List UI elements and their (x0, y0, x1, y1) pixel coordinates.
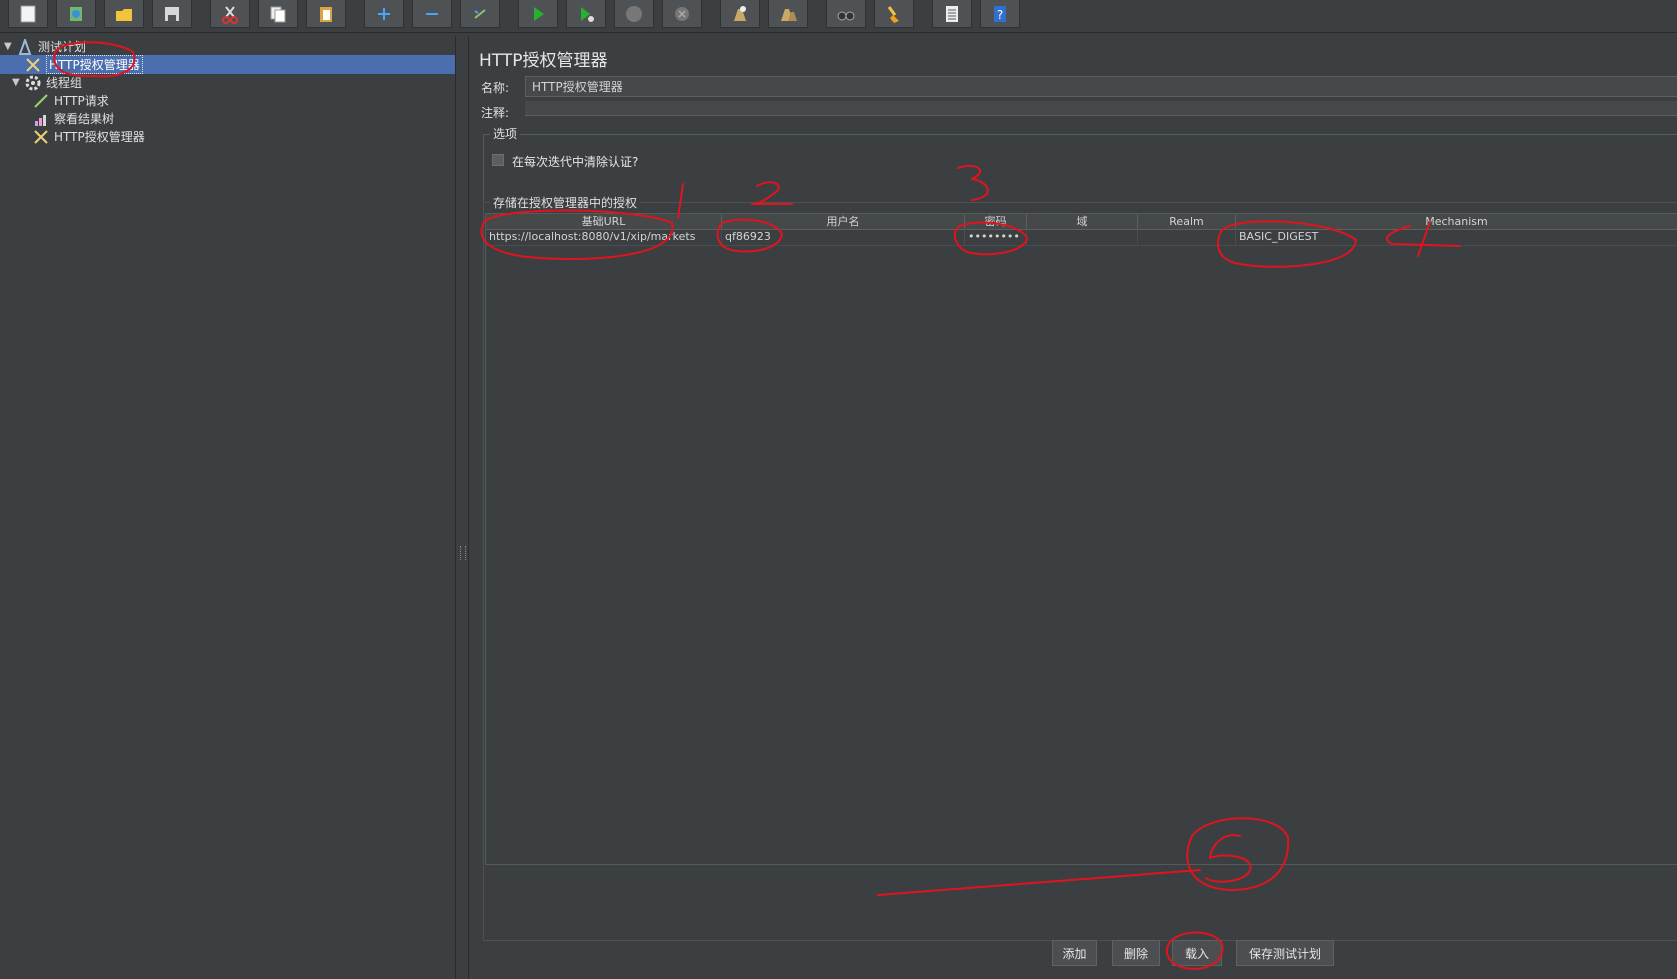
stored-auth-title: 存储在授权管理器中的授权 (490, 194, 641, 211)
list-icon[interactable] (932, 0, 972, 28)
thread-group-gear-icon (24, 75, 42, 91)
tree-item-label: 线程组 (46, 76, 83, 90)
clear-each-iteration-label: 在每次迭代中清除认证? (512, 155, 639, 169)
cut-icon[interactable] (210, 0, 250, 28)
cell-realm[interactable] (1138, 229, 1236, 245)
name-label: 名称: (481, 81, 510, 95)
tree-item-results-tree[interactable]: 察看结果树 (32, 109, 114, 128)
name-field[interactable] (525, 76, 1677, 97)
auth-manager-icon (32, 129, 50, 145)
tree-item-label: 察看结果树 (54, 112, 115, 126)
play-icon[interactable] (518, 0, 558, 28)
cell-password[interactable]: •••••••• (965, 229, 1027, 245)
cell-domain[interactable] (1027, 229, 1138, 245)
test-plan-tree: ▼ 测试计划 HTTP授权管理器 ▼ 线程组 HTTP请求 察看结果树 HTTP… (0, 36, 456, 979)
svg-text:?: ? (997, 8, 1003, 22)
play-no-timer-icon[interactable] (566, 0, 606, 28)
clear-each-iteration-checkbox[interactable] (492, 154, 504, 166)
table-row[interactable]: https://localhost:8080/v1/xip/markets qf… (486, 229, 1677, 246)
toggle-icon[interactable] (460, 0, 500, 28)
column-header-username[interactable]: 用户名 (722, 214, 965, 229)
tree-item-auth-manager[interactable]: HTTP授权管理器 (32, 127, 145, 146)
templates-icon[interactable] (56, 0, 96, 28)
results-tree-icon (32, 111, 50, 127)
tree-item-label: 测试计划 (38, 40, 87, 54)
save-test-plan-button[interactable]: 保存测试计划 (1236, 940, 1334, 966)
cell-username[interactable]: qf86923 (722, 229, 965, 245)
save-icon[interactable] (152, 0, 192, 28)
binoculars-icon[interactable] (826, 0, 866, 28)
expand-arrow-icon[interactable]: ▼ (12, 77, 24, 88)
expand-arrow-icon[interactable]: ▼ (4, 41, 16, 52)
pane-splitter[interactable] (456, 36, 469, 979)
tree-item-label: HTTP授权管理器 (46, 55, 143, 74)
column-header-base-url[interactable]: 基础URL (486, 214, 722, 229)
stop-icon[interactable] (614, 0, 654, 28)
splitter-grip-icon[interactable] (460, 546, 466, 560)
tree-item-http-request[interactable]: HTTP请求 (32, 91, 109, 110)
tree-item-label: HTTP请求 (54, 94, 109, 108)
tree-item-thread-group[interactable]: ▼ 线程组 (12, 73, 82, 92)
column-header-mechanism[interactable]: Mechanism (1236, 214, 1677, 229)
column-header-password[interactable]: 密码 (965, 214, 1027, 229)
broom-icon[interactable] (874, 0, 914, 28)
load-button[interactable]: 载入 (1172, 940, 1222, 966)
http-request-icon (32, 93, 50, 109)
add-button[interactable]: 添加 (1052, 940, 1097, 966)
cell-mechanism[interactable]: BASIC_DIGEST (1236, 229, 1677, 245)
tree-item-label: HTTP授权管理器 (54, 130, 145, 144)
minus-icon[interactable] (412, 0, 452, 28)
table-header: 基础URL 用户名 密码 域 Realm Mechanism (486, 214, 1677, 230)
tree-item-test-plan[interactable]: ▼ 测试计划 (4, 37, 86, 56)
clear-all-icon[interactable] (768, 0, 808, 28)
test-plan-icon (16, 38, 34, 55)
cell-base-url[interactable]: https://localhost:8080/v1/xip/markets (486, 229, 722, 245)
comment-label: 注释: (481, 106, 510, 120)
clear-icon[interactable] (720, 0, 760, 28)
paste-icon[interactable] (306, 0, 346, 28)
comment-field[interactable] (525, 101, 1677, 116)
page-title: HTTP授权管理器 (479, 51, 608, 71)
tree-item-auth-manager-selected[interactable]: HTTP授权管理器 (0, 55, 455, 74)
delete-button[interactable]: 删除 (1112, 940, 1160, 966)
copy-icon[interactable] (258, 0, 298, 28)
help-icon[interactable]: ? (980, 0, 1020, 28)
auth-manager-icon (24, 57, 42, 73)
column-header-domain[interactable]: 域 (1027, 214, 1138, 229)
shutdown-icon[interactable] (662, 0, 702, 28)
options-title: 选项 (490, 125, 521, 142)
main-toolbar: ? (0, 0, 1677, 33)
open-folder-icon[interactable] (104, 0, 144, 28)
auth-table[interactable]: 基础URL 用户名 密码 域 Realm Mechanism https://l… (485, 213, 1677, 865)
column-header-realm[interactable]: Realm (1138, 214, 1236, 229)
new-file-icon[interactable] (8, 0, 48, 28)
plus-icon[interactable] (364, 0, 404, 28)
